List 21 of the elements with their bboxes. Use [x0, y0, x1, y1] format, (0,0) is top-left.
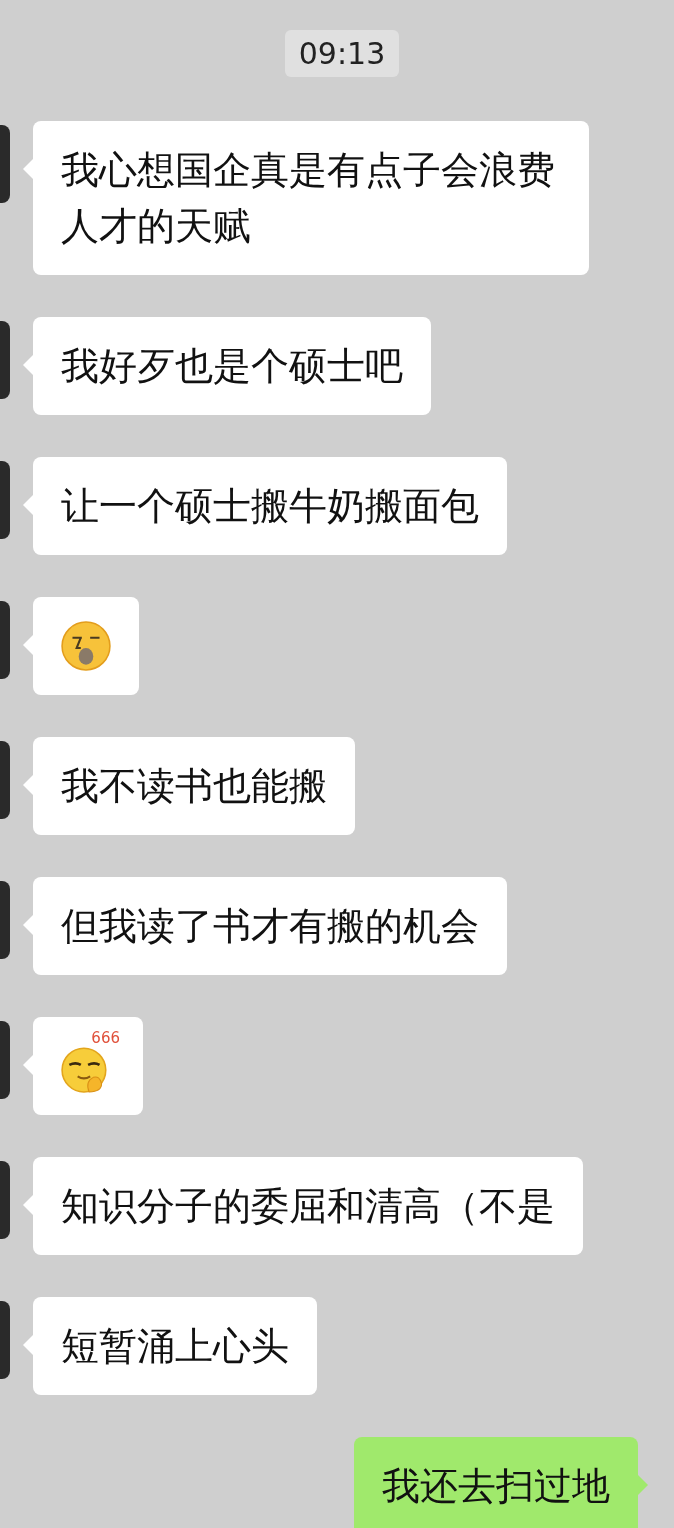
avatar[interactable] [0, 601, 10, 679]
avatar[interactable] [0, 1161, 10, 1239]
message-bubble: 我不读书也能搬 [33, 737, 355, 835]
avatar[interactable] [0, 321, 10, 399]
avatar[interactable] [0, 125, 10, 203]
message-bubble: 我还去扫过地 [354, 1437, 638, 1528]
emoji-icon [60, 620, 112, 672]
message-bubble: 我心想国企真是有点子会浪费人才的天赋 [33, 121, 589, 275]
message-bubble: 让一个硕士搬牛奶搬面包 [33, 457, 507, 555]
avatar[interactable] [0, 881, 10, 959]
avatar[interactable] [0, 461, 10, 539]
avatar[interactable] [0, 1021, 10, 1099]
message-bubble: 但我读了书才有搬的机会 [33, 877, 507, 975]
bubble-tail [638, 1475, 648, 1495]
avatar[interactable] [0, 1301, 10, 1379]
message-bubble: 知识分子的委屈和清高（不是 [33, 1157, 583, 1255]
avatar[interactable] [0, 741, 10, 819]
message-bubble: 短暂涌上心头 [33, 1297, 317, 1395]
timestamp: 09:13 [284, 30, 400, 77]
message-bubble: 我好歹也是个硕士吧 [33, 317, 431, 415]
emoji-caption: 666 [91, 1030, 120, 1046]
